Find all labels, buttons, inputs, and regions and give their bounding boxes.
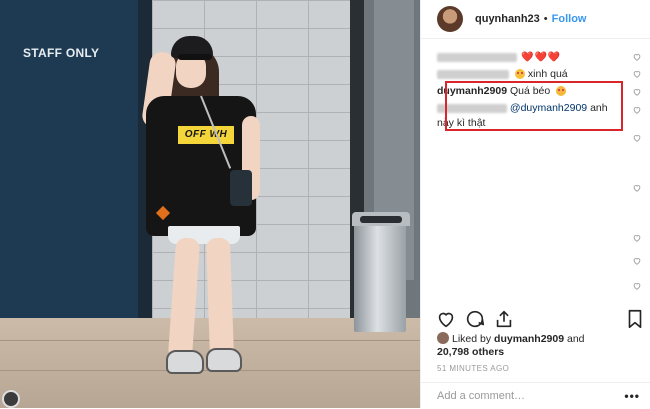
- bookmark-icon[interactable]: [624, 308, 646, 330]
- instagram-post: STAFF ONLY OFF WH quynhanh23 • Follow ❤️…: [0, 0, 650, 408]
- likes-count[interactable]: 20,798 others: [437, 346, 504, 358]
- heart-icon[interactable]: [435, 308, 457, 330]
- highlight-box: [445, 81, 623, 131]
- post-timestamp[interactable]: 51 MINUTES AGO: [437, 364, 509, 373]
- heart-icon[interactable]: [632, 233, 642, 243]
- redacted-username: [437, 52, 517, 62]
- follow-button[interactable]: Follow: [552, 13, 587, 25]
- heart-icon[interactable]: [632, 105, 642, 115]
- heart-icon[interactable]: [632, 87, 642, 97]
- shirt-print: OFF WH: [178, 126, 234, 144]
- comment-row: xinh quá: [437, 67, 629, 82]
- person-figure: OFF WH: [140, 32, 270, 402]
- comment-row: ❤️❤️❤️: [437, 50, 629, 65]
- heart-icon[interactable]: [632, 133, 642, 143]
- action-bar: [421, 306, 650, 332]
- post-header: quynhanh23 • Follow: [421, 0, 650, 39]
- staff-only-sign: STAFF ONLY: [23, 46, 100, 60]
- comment-text: ❤️❤️❤️: [521, 52, 562, 63]
- corner-avatar[interactable]: [2, 390, 20, 408]
- avatar[interactable]: [437, 6, 463, 32]
- more-options-icon[interactable]: •••: [624, 389, 640, 403]
- heart-icon[interactable]: [632, 69, 642, 79]
- username[interactable]: quynhanh23: [475, 13, 540, 25]
- add-comment-input[interactable]: Add a comment…: [437, 390, 525, 402]
- likes-and: and: [566, 333, 585, 345]
- post-side-panel: quynhanh23 • Follow ❤️❤️❤️ xinh quá duym…: [420, 0, 650, 408]
- heart-icon[interactable]: [632, 256, 642, 266]
- heart-icon[interactable]: [632, 52, 642, 62]
- liked-by-user[interactable]: duymanh2909: [494, 333, 564, 345]
- trash-bin: [354, 222, 406, 332]
- likes-summary: Liked by duymanh2909 and 20,798 others: [437, 332, 642, 359]
- share-icon[interactable]: [493, 308, 515, 330]
- redacted-username: [437, 69, 509, 79]
- likes-prefix: Liked by: [452, 333, 492, 345]
- trash-bin-opening: [360, 216, 402, 223]
- comment-text: xinh quá: [527, 68, 568, 80]
- heart-icon[interactable]: [632, 281, 642, 291]
- liker-avatar: [437, 332, 449, 344]
- comment-icon[interactable]: [464, 308, 486, 330]
- separator-dot: •: [543, 13, 548, 25]
- heart-eyes-emoji-icon: [514, 69, 525, 80]
- post-photo[interactable]: STAFF ONLY OFF WH: [0, 0, 420, 408]
- add-comment-bar: Add a comment… •••: [421, 382, 650, 409]
- heart-icon[interactable]: [632, 183, 642, 193]
